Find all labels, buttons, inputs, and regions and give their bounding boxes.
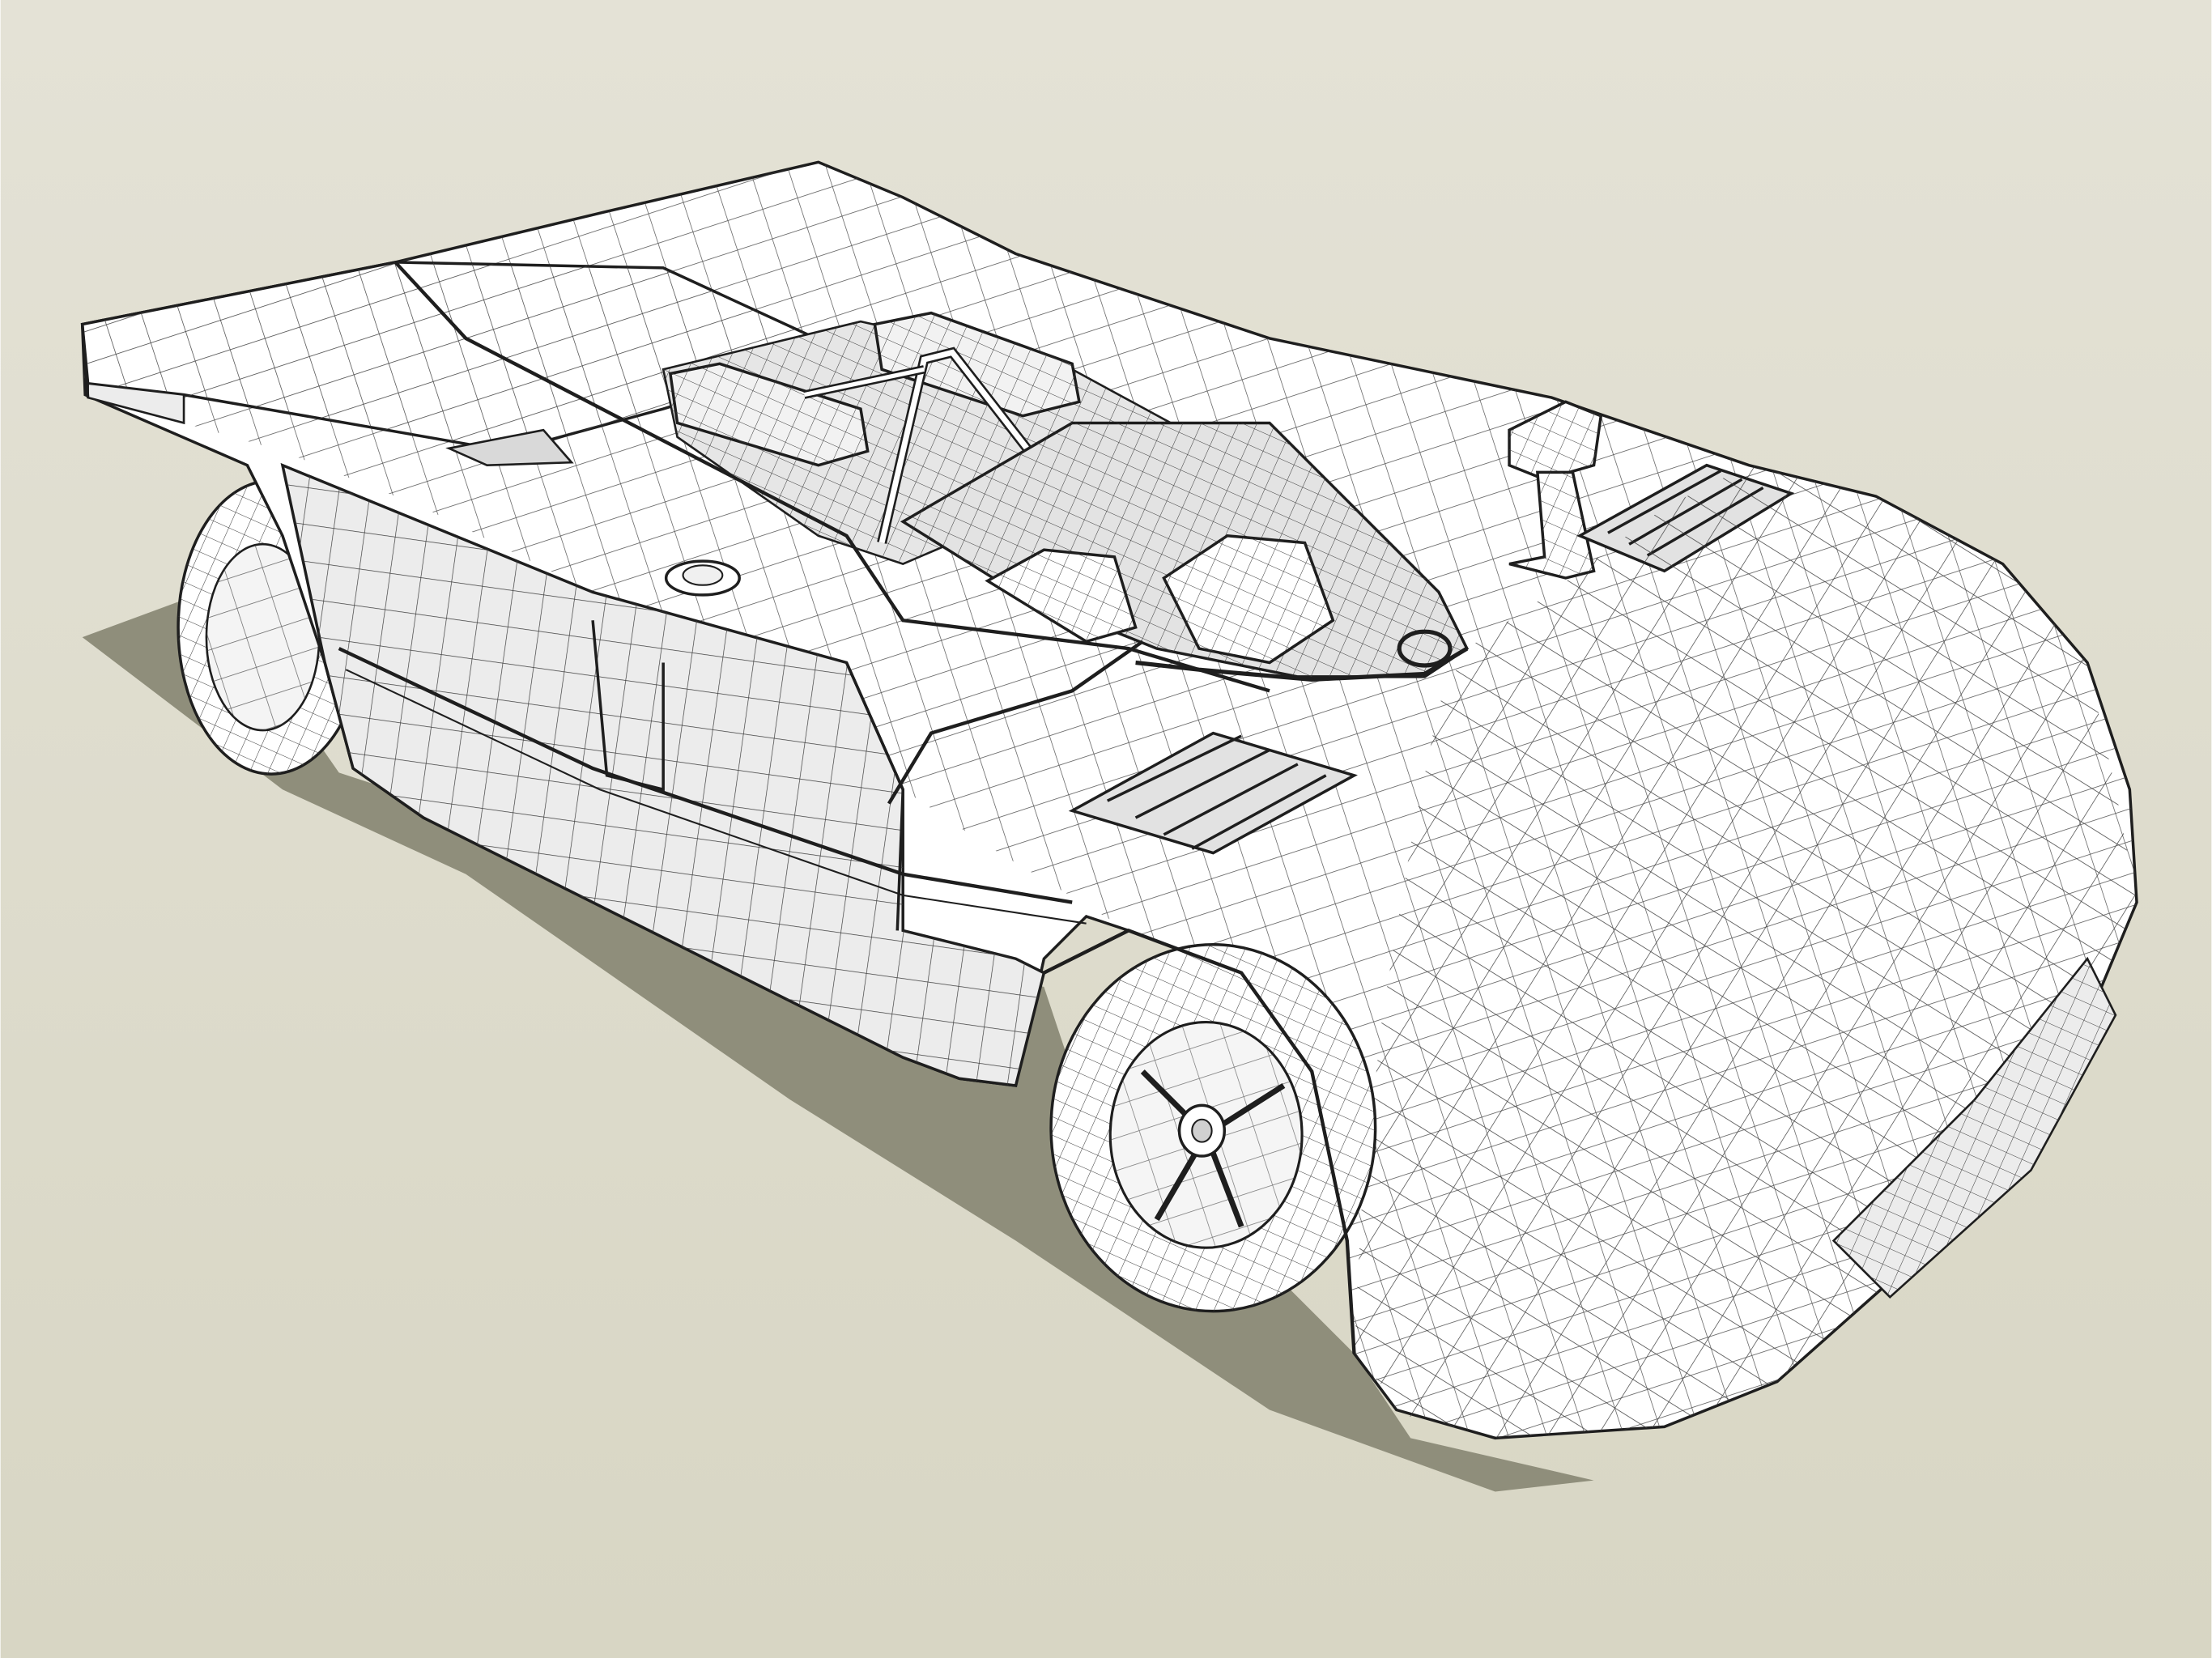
wireframe-viewport [0, 0, 2212, 1658]
wireframe-scene [0, 0, 2212, 1658]
front-wheel [1049, 943, 1377, 1313]
fuel-filler-cap [664, 559, 741, 597]
